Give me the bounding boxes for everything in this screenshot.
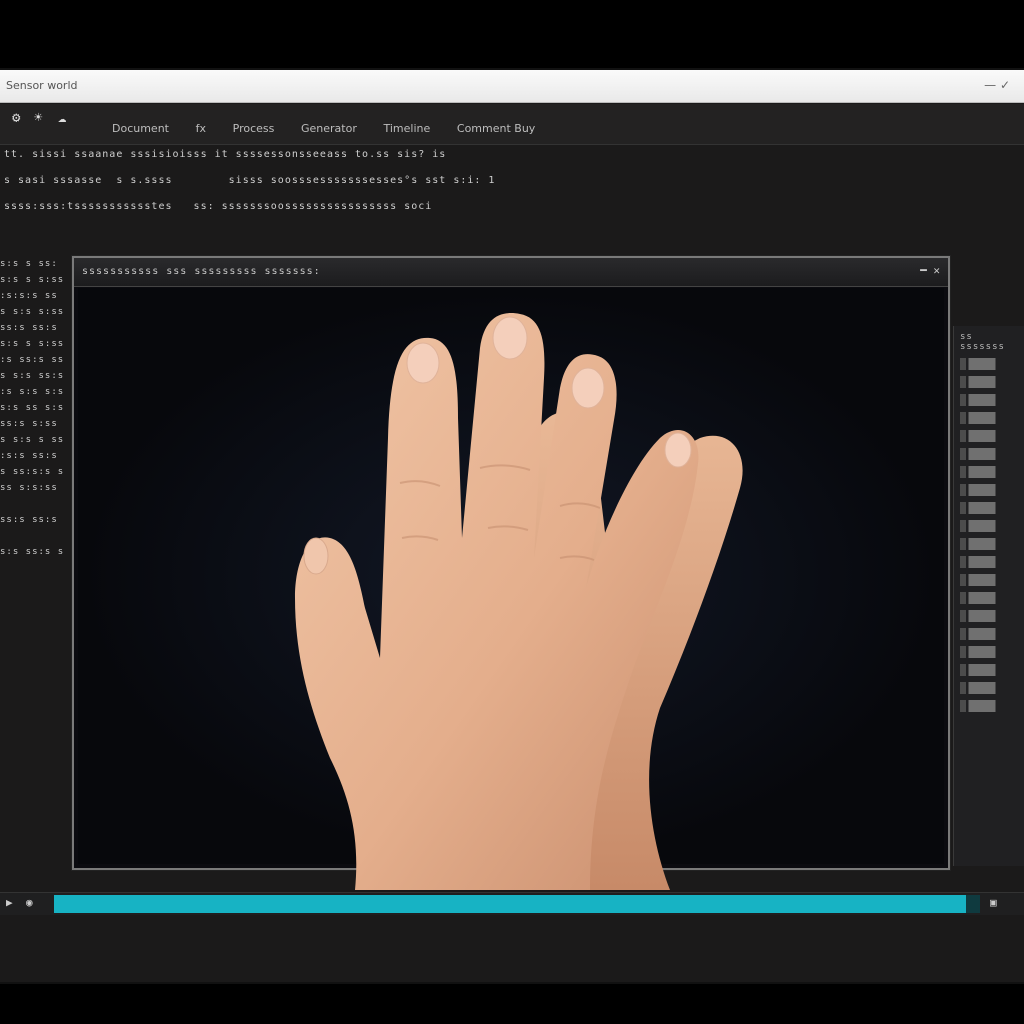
code-line-2[interactable]: s sasi sssasse s s.ssss sisss soosssesss…	[4, 174, 495, 188]
code-line-1[interactable]: tt. sissi ssaanae sssisioisss it ssssess…	[4, 148, 446, 162]
camera-icon[interactable]: ◉	[26, 896, 33, 909]
properties-panel: ss sssssss	[953, 326, 1024, 866]
expand-icon[interactable]: ▣	[990, 896, 997, 909]
property-row[interactable]	[960, 574, 1019, 586]
property-row[interactable]	[960, 682, 1019, 694]
property-row[interactable]	[960, 538, 1019, 550]
preview-close-button[interactable]: ━ ✕	[920, 264, 940, 277]
property-row[interactable]	[960, 556, 1019, 568]
progress-bar[interactable]	[54, 895, 980, 913]
property-row[interactable]	[960, 466, 1019, 478]
window-title: Sensor world	[6, 79, 78, 92]
property-row[interactable]	[960, 502, 1019, 514]
side-listing: s:s s ss: s:s s s:ss :s:s:s ss s s:s s:s…	[0, 259, 65, 557]
property-row[interactable]	[960, 394, 1019, 406]
toolbar: ⚙ ☀ ☁ Document fx Process Generator Time…	[0, 104, 1024, 145]
title-bar: Sensor world — ✓	[0, 70, 1024, 103]
nail-index	[406, 342, 440, 384]
property-row[interactable]	[960, 610, 1019, 622]
gear-icon[interactable]: ☀	[34, 110, 42, 126]
menu-item-comment[interactable]: Comment Buy	[457, 122, 535, 135]
property-row[interactable]	[960, 358, 1019, 370]
app-icon[interactable]: ⚙	[12, 110, 20, 126]
property-row[interactable]	[960, 412, 1019, 424]
property-row[interactable]	[960, 646, 1019, 658]
menu-item-generator[interactable]: Generator	[301, 122, 357, 135]
properties-header: ss sssssss	[960, 332, 1005, 352]
hand-graphic	[295, 313, 743, 890]
hand-image	[230, 238, 790, 890]
nail-pinky	[664, 432, 692, 468]
nail-thumb	[303, 537, 329, 575]
cloud-icon[interactable]: ☁	[58, 110, 66, 126]
property-row[interactable]	[960, 628, 1019, 640]
timeline-bar: ▶ ◉ ▣	[0, 892, 1024, 915]
menu-item-fx[interactable]: fx	[196, 122, 206, 135]
play-icon[interactable]: ▶	[6, 896, 13, 909]
menu-item-document[interactable]: Document	[112, 122, 169, 135]
property-row[interactable]	[960, 664, 1019, 676]
menu-item-process[interactable]: Process	[233, 122, 275, 135]
property-row[interactable]	[960, 484, 1019, 496]
property-row[interactable]	[960, 430, 1019, 442]
property-row[interactable]	[960, 520, 1019, 532]
code-line-3[interactable]: ssss:sss:tssssssssssstes ss: sssssssooss…	[4, 200, 432, 214]
property-row[interactable]	[960, 700, 1019, 712]
property-row[interactable]	[960, 592, 1019, 604]
nail-ring	[571, 367, 605, 409]
menu-bar: Document fx Process Generator Timeline C…	[112, 122, 555, 135]
property-row[interactable]	[960, 448, 1019, 460]
menu-item-timeline[interactable]: Timeline	[383, 122, 430, 135]
property-row[interactable]	[960, 376, 1019, 388]
window-controls[interactable]: — ✓	[984, 78, 1010, 92]
progress-fill	[54, 895, 967, 913]
nail-middle	[492, 316, 528, 360]
